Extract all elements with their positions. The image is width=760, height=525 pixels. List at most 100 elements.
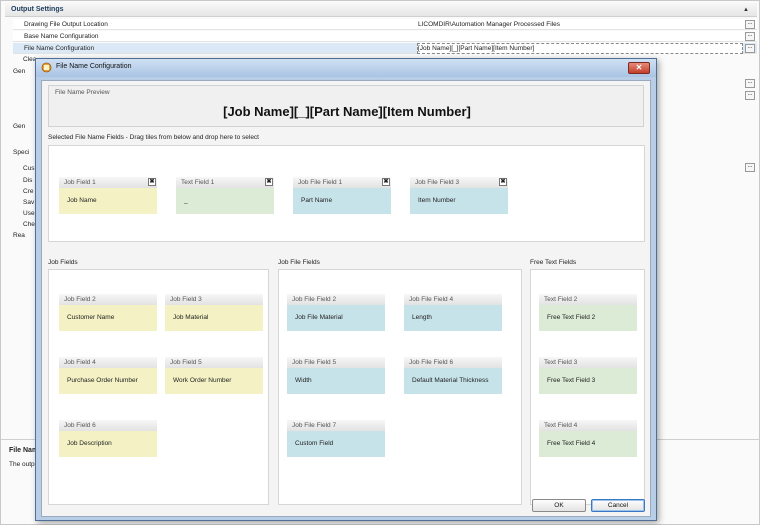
- property-fragment: Gen: [13, 123, 26, 130]
- selected-tile[interactable]: Job File Field 3 ✖ Item Number: [410, 177, 508, 214]
- close-button[interactable]: ✕: [628, 62, 650, 74]
- tile-header: Text Field 2: [539, 294, 637, 305]
- section-title: Output Settings: [11, 6, 64, 13]
- tile-body: Free Text Field 2: [539, 305, 637, 331]
- ellipsis-button[interactable]: ...: [745, 91, 755, 100]
- close-icon: ✕: [635, 63, 643, 72]
- property-fragment: Sav: [23, 199, 35, 206]
- description-title: File Nam: [9, 447, 39, 454]
- property-fragment: Che: [23, 221, 35, 228]
- tile-body: Default Material Thickness: [404, 368, 502, 394]
- property-fragment: Use: [23, 210, 35, 217]
- job-file-field-tile[interactable]: Job File Field 2 Job File Material: [287, 294, 385, 331]
- job-field-tile[interactable]: Job Field 6 Job Description: [59, 420, 157, 457]
- job-file-field-tile[interactable]: Job File Field 5 Width: [287, 357, 385, 394]
- property-fragment: Cre: [23, 188, 34, 195]
- tile-body: Part Name: [293, 188, 391, 214]
- selected-fields-drop-area[interactable]: Job Field 1 ✖ Job Name Text Field 1 ✖ _ …: [48, 145, 645, 242]
- tile-body: Item Number: [410, 188, 508, 214]
- tile-body: Job Description: [59, 431, 157, 457]
- property-row-file-name[interactable]: File Name Configuration [Job Name][_][Pa…: [13, 43, 757, 54]
- selected-tile[interactable]: Job File Field 1 ✖ Part Name: [293, 177, 391, 214]
- tile-header: Job Field 3: [165, 294, 263, 305]
- ellipsis-button[interactable]: ...: [745, 20, 755, 29]
- ellipsis-button[interactable]: ...: [745, 163, 755, 172]
- preview-label: File Name Preview: [55, 89, 110, 96]
- property-row-base-name[interactable]: Base Name Configuration ...: [13, 31, 757, 42]
- free-text-field-tile[interactable]: Text Field 4 Free Text Field 4: [539, 420, 637, 457]
- tile-header: Job File Field 5: [287, 357, 385, 368]
- dialog-content: File Name Preview [Job Name][_][Part Nam…: [41, 80, 651, 517]
- property-fragment: Rea: [13, 232, 25, 239]
- ellipsis-button[interactable]: ...: [745, 79, 755, 88]
- selected-tile[interactable]: Job Field 1 ✖ Job Name: [59, 177, 157, 214]
- ellipsis-button[interactable]: ...: [745, 44, 755, 53]
- property-value: [Job Name][_][Part Name][Item Number]: [418, 45, 535, 52]
- property-label: Base Name Configuration: [24, 33, 99, 40]
- selected-fields-label: Selected File Name Fields - Drag tiles f…: [48, 134, 259, 141]
- job-field-tile[interactable]: Job Field 2 Customer Name: [59, 294, 157, 331]
- tile-body: Purchase Order Number: [59, 368, 157, 394]
- file-name-preview: File Name Preview [Job Name][_][Part Nam…: [48, 85, 644, 127]
- collapse-icon[interactable]: ▲: [743, 3, 749, 17]
- free-text-field-tile[interactable]: Text Field 2 Free Text Field 2: [539, 294, 637, 331]
- job-fields-group: Job Field 2 Customer Name Job Field 3 Jo…: [48, 269, 269, 505]
- ellipsis-button[interactable]: ...: [745, 32, 755, 41]
- tile-header: Job File Field 1: [293, 177, 391, 188]
- ok-button[interactable]: OK: [532, 499, 586, 512]
- tile-body: Free Text Field 4: [539, 431, 637, 457]
- dialog-title: File Name Configuration: [56, 63, 132, 70]
- remove-icon[interactable]: ✖: [382, 178, 390, 186]
- property-value: LICOMDIR\Automation Manager Processed Fi…: [418, 21, 560, 28]
- tile-header: Job File Field 4: [404, 294, 502, 305]
- file-name-configuration-dialog: File Name Configuration ✕ File Name Prev…: [35, 58, 657, 521]
- tile-body: Job Material: [165, 305, 263, 331]
- selected-tile[interactable]: Text Field 1 ✖ _: [176, 177, 274, 214]
- tile-body: Work Order Number: [165, 368, 263, 394]
- job-file-field-tile[interactable]: Job File Field 7 Custom Field: [287, 420, 385, 457]
- cancel-button[interactable]: Cancel: [591, 499, 645, 512]
- app-icon: [41, 62, 52, 73]
- job-fields-label: Job Fields: [48, 259, 78, 266]
- tile-body: Customer Name: [59, 305, 157, 331]
- tile-body: Job File Material: [287, 305, 385, 331]
- tile-header: Job Field 2: [59, 294, 157, 305]
- property-label: File Name Configuration: [24, 45, 95, 52]
- job-file-fields-label: Job File Fields: [278, 259, 320, 266]
- property-row-drawing-output[interactable]: Drawing File Output Location LICOMDIR\Au…: [13, 19, 757, 30]
- tile-header: Job File Field 6: [404, 357, 502, 368]
- free-text-field-tile[interactable]: Text Field 3 Free Text Field 3: [539, 357, 637, 394]
- tile-header: Job Field 1: [59, 177, 157, 188]
- tile-body: Free Text Field 3: [539, 368, 637, 394]
- tile-header: Job Field 5: [165, 357, 263, 368]
- job-file-fields-group: Job File Field 2 Job File Material Job F…: [278, 269, 522, 505]
- job-field-tile[interactable]: Job Field 3 Job Material: [165, 294, 263, 331]
- tile-body: Job Name: [59, 188, 157, 214]
- remove-icon[interactable]: ✖: [148, 178, 156, 186]
- free-text-fields-group: Text Field 2 Free Text Field 2 Text Fiel…: [530, 269, 645, 505]
- dialog-titlebar[interactable]: File Name Configuration ✕: [36, 59, 656, 77]
- tile-header: Text Field 4: [539, 420, 637, 431]
- tile-header: Text Field 1: [176, 177, 274, 188]
- tile-header: Job Field 4: [59, 357, 157, 368]
- tile-body: Width: [287, 368, 385, 394]
- preview-value: [Job Name][_][Part Name][Item Number]: [223, 104, 471, 119]
- tile-body: Length: [404, 305, 502, 331]
- property-fragment: Gen: [13, 68, 26, 75]
- job-field-tile[interactable]: Job Field 4 Purchase Order Number: [59, 357, 157, 394]
- job-file-field-tile[interactable]: Job File Field 6 Default Material Thickn…: [404, 357, 502, 394]
- description-text: The outp: [9, 461, 35, 468]
- tile-body: Custom Field: [287, 431, 385, 457]
- tile-body: _: [176, 188, 274, 214]
- section-header-output-settings[interactable]: Output Settings ▲: [5, 3, 757, 17]
- job-file-field-tile[interactable]: Job File Field 4 Length: [404, 294, 502, 331]
- tile-header: Job Field 6: [59, 420, 157, 431]
- remove-icon[interactable]: ✖: [499, 178, 507, 186]
- property-fragment: Dis: [23, 177, 33, 184]
- job-field-tile[interactable]: Job Field 5 Work Order Number: [165, 357, 263, 394]
- remove-icon[interactable]: ✖: [265, 178, 273, 186]
- tile-header: Text Field 3: [539, 357, 637, 368]
- tile-header: Job File Field 3: [410, 177, 508, 188]
- property-fragment: Cus: [23, 165, 35, 172]
- property-label: Drawing File Output Location: [24, 21, 108, 28]
